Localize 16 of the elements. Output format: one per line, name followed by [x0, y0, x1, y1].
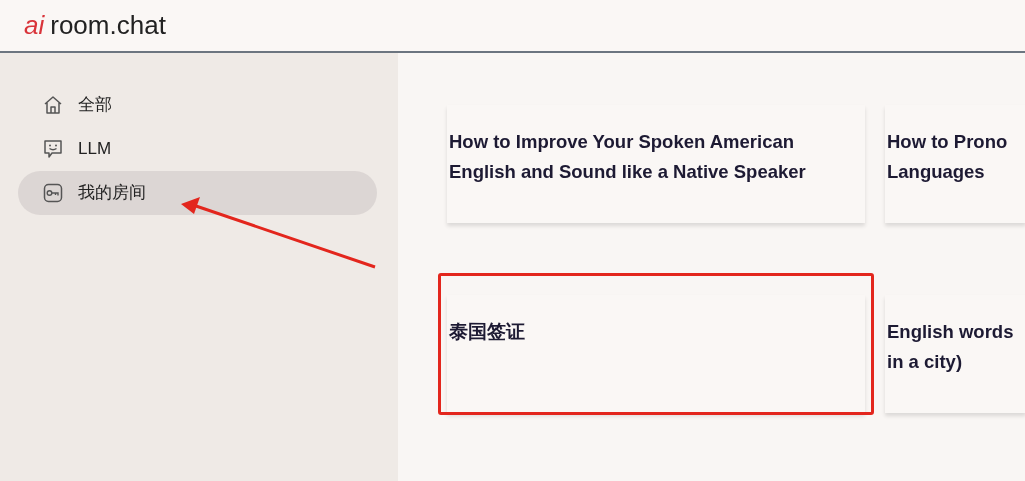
- room-card[interactable]: 泰国签证: [447, 295, 865, 413]
- logo-mark: ai: [24, 9, 45, 42]
- card-title: 泰国签证: [448, 320, 526, 344]
- sidebar-item[interactable]: 我的房间: [18, 171, 377, 215]
- chat-smile-icon: [42, 138, 64, 160]
- room-card[interactable]: English words in a city): [885, 295, 1025, 413]
- card-title: English words in a city): [886, 320, 1015, 374]
- home-icon: [42, 94, 64, 116]
- room-card[interactable]: How to Prono Languages: [885, 105, 1025, 223]
- key-icon: [42, 182, 64, 204]
- site-name: room.chat: [50, 9, 166, 42]
- card-title: How to Prono Languages: [886, 130, 1009, 184]
- card-title: How to Improve Your Spoken American English and Sound like a Native Speaker: [448, 130, 807, 184]
- room-card[interactable]: How to Improve Your Spoken American English and Sound like a Native Speaker: [447, 105, 865, 223]
- sidebar-item[interactable]: LLM: [18, 127, 377, 171]
- sidebar-item[interactable]: 全部: [18, 83, 377, 127]
